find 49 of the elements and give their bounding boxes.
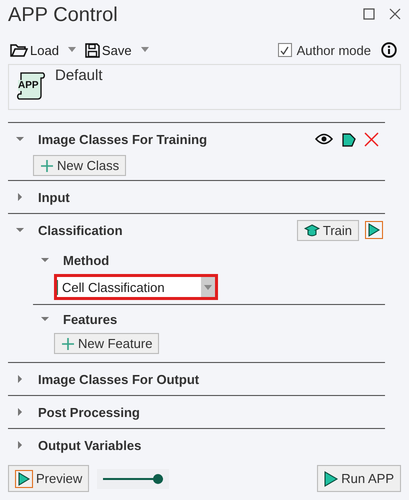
- slider[interactable]: [97, 468, 170, 488]
- eye-icon[interactable]: [315, 133, 333, 145]
- author-mode-label: Author mode: [296, 42, 371, 58]
- dropdown-icon[interactable]: [66, 47, 77, 53]
- delete-icon[interactable]: [364, 132, 379, 146]
- dropdown-icon: [204, 284, 212, 290]
- maximize-icon[interactable]: [363, 8, 375, 20]
- expander-icon[interactable]: [16, 375, 24, 383]
- run-app-button[interactable]: Run APP: [317, 465, 401, 492]
- subsection-title[interactable]: Features: [63, 312, 118, 326]
- section-title[interactable]: Classification: [38, 222, 123, 238]
- folder-icon: [10, 43, 28, 57]
- add-button[interactable]: New Class: [33, 155, 126, 176]
- close-icon[interactable]: [389, 8, 401, 20]
- load-button[interactable]: Load: [8, 42, 61, 58]
- expander-icon[interactable]: [16, 441, 24, 449]
- expander-icon[interactable]: [16, 135, 24, 143]
- add-button[interactable]: New Feature: [54, 333, 160, 354]
- play-icon: [368, 223, 380, 237]
- play-icon: [324, 470, 338, 486]
- preview-button[interactable]: Preview: [8, 465, 90, 492]
- section-title[interactable]: Input: [38, 190, 70, 204]
- train-button[interactable]: Train: [296, 220, 359, 240]
- preset-name: Default: [55, 67, 103, 84]
- section-title[interactable]: Output Variables: [38, 438, 142, 452]
- graduation-cap-icon: [304, 224, 320, 236]
- expander-icon[interactable]: [41, 256, 49, 264]
- save-icon: [84, 42, 100, 58]
- expander-icon[interactable]: [16, 408, 24, 416]
- expander-icon[interactable]: [16, 226, 24, 234]
- save-button[interactable]: Save: [82, 42, 134, 58]
- info-icon[interactable]: [381, 42, 397, 58]
- dropdown-icon[interactable]: [140, 47, 150, 53]
- preset-panel[interactable]: APP Default: [8, 64, 401, 110]
- expander-icon[interactable]: [41, 315, 49, 323]
- plus-icon: [40, 158, 54, 172]
- section-title[interactable]: Post Processing: [38, 404, 140, 420]
- polygon-icon[interactable]: [341, 132, 356, 146]
- window-title: APP Control: [8, 4, 119, 27]
- author-mode-checkbox[interactable]: [278, 43, 292, 57]
- run-button[interactable]: [365, 221, 383, 239]
- expander-icon[interactable]: [16, 193, 24, 201]
- slider-thumb[interactable]: [153, 474, 164, 484]
- play-icon: [18, 472, 30, 486]
- subsection-title[interactable]: Method: [63, 252, 110, 268]
- section-title[interactable]: Image Classes For Output: [38, 372, 200, 386]
- method-dropdown[interactable]: Cell Classification: [54, 274, 218, 300]
- section-title[interactable]: Image Classes For Training: [38, 132, 208, 146]
- plus-icon: [61, 336, 75, 350]
